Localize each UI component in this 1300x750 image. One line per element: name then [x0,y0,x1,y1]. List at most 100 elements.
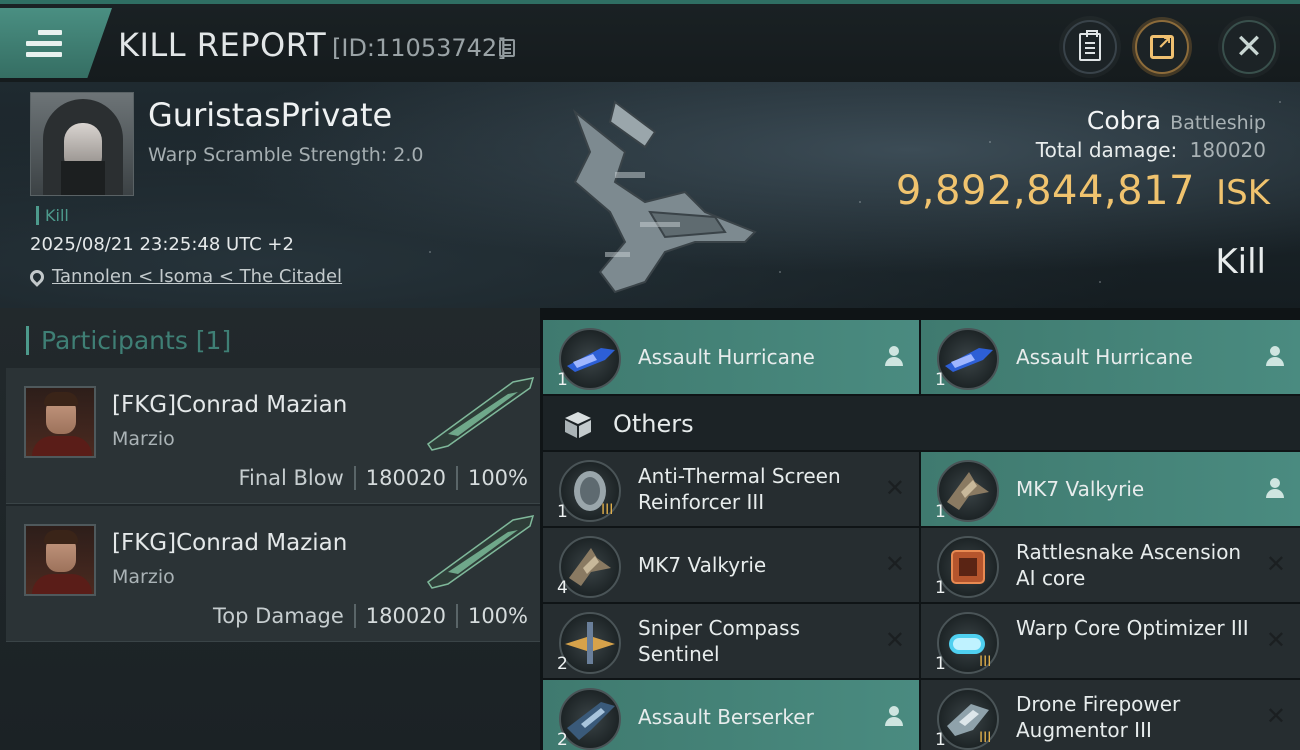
pilot-ship-image [426,515,535,589]
list-item[interactable]: 1 Rattlesnake Ascension AI core ✕ [921,528,1300,602]
top-bar: KILL REPORT [ID:11053742] ✕ [0,0,1300,82]
menu-icon [26,30,62,60]
kill-tag: Kill [36,206,69,225]
item-name: Assault Hurricane [1016,345,1193,369]
drone-icon [559,612,621,674]
item-quantity: 1 [935,730,946,750]
item-tier: III [601,502,614,518]
participants-panel: Participants [1] [FKG]Conrad Mazian Marz… [0,308,540,750]
pilot-percent: 100% [467,466,528,490]
item-name: MK7 Valkyrie [1016,477,1145,501]
item-name: Sniper Compass Sentinel [638,616,800,666]
pilot-ship-image [426,377,535,451]
victim-subtitle: Warp Scramble Strength: 2.0 [148,144,424,166]
pilot-corp: Marzio [112,428,175,450]
location-link[interactable]: Tannolen < Isoma < The Citadel [52,266,342,287]
x-icon: ✕ [1265,626,1286,654]
item-quantity: 1 [557,370,568,390]
isk-value: 9,892,844,817 ISK [896,168,1270,214]
clipboard-icon [1079,30,1101,61]
item-name: Anti-Thermal Screen Reinforcer III [638,464,841,514]
avatar[interactable] [24,524,96,596]
item-name: Assault Hurricane [638,345,815,369]
participant-row[interactable]: [FKG]Conrad Mazian Marzio Final Blow 180… [6,368,540,504]
drone-icon [559,536,621,598]
pilot-role: Final Blow [238,466,344,490]
list-item[interactable]: 1 III Drone Firepower Augmentor III ✕ [921,680,1300,750]
pilot-percent: 100% [467,604,528,628]
item-quantity: 2 [557,654,568,674]
menu-button[interactable] [0,8,112,78]
ship-name[interactable]: Cobra [1087,106,1161,135]
copy-icon[interactable] [499,39,515,57]
victim-avatar[interactable] [30,92,134,196]
person-icon [885,706,903,726]
drone-icon [937,460,999,522]
list-item[interactable]: 1 III Warp Core Optimizer III ✕ [921,604,1300,678]
report-id: [ID:11053742] [332,34,507,62]
ship-info: Cobra Battleship [1087,106,1266,135]
total-damage-label: Total damage: [1035,138,1178,162]
pilot-stats: Final Blow 180020 100% [238,466,528,490]
x-icon: ✕ [884,474,905,502]
participants-header: Participants [1] [26,326,231,355]
item-quantity: 1 [935,578,946,598]
others-label: Others [613,410,694,438]
share-button[interactable] [1135,20,1189,74]
page-title: KILL REPORT [118,26,327,64]
item-quantity: 1 [935,654,946,674]
share-icon [1150,33,1174,59]
item-quantity: 1 [935,370,946,390]
victim-ship-image [572,100,757,294]
item-name: MK7 Valkyrie [638,553,767,577]
pilot-damage: 180020 [365,466,446,490]
ai-core-icon [937,536,999,598]
pilot-name[interactable]: [FKG]Conrad Mazian [112,392,347,418]
result-label: Kill [1215,242,1266,282]
box-icon [565,412,591,438]
participant-row[interactable]: [FKG]Conrad Mazian Marzio Top Damage 180… [6,506,540,642]
pin-icon [27,266,47,287]
others-section-header: Others [543,396,1300,450]
pilot-damage: 180020 [365,604,446,628]
list-item[interactable]: 2 Sniper Compass Sentinel ✕ [543,604,919,678]
close-icon: ✕ [1234,27,1264,67]
list-item[interactable]: 1 III Anti-Thermal Screen Reinforcer III… [543,452,919,526]
x-icon: ✕ [884,626,905,654]
item-tier: III [979,654,992,670]
item-quantity: 1 [935,502,946,522]
kill-timestamp: 2025/08/21 23:25:48 UTC +2 [30,234,294,255]
avatar[interactable] [24,386,96,458]
item-name: Drone Firepower Augmentor III [1016,692,1181,742]
pilot-role: Top Damage [213,604,344,628]
drone-icon [559,328,621,390]
kill-location[interactable]: Tannolen < Isoma < The Citadel [27,266,342,287]
person-icon [1266,346,1284,366]
list-item[interactable]: 1 MK7 Valkyrie [921,452,1300,526]
list-item[interactable]: 1 Assault Hurricane [921,320,1300,394]
list-item[interactable]: 1 Assault Hurricane [543,320,919,394]
list-item[interactable]: 4 MK7 Valkyrie ✕ [543,528,919,602]
item-name: Assault Berserker [638,705,814,729]
close-button[interactable]: ✕ [1222,20,1276,74]
item-quantity: 1 [557,502,568,522]
item-name: Rattlesnake Ascension AI core [1016,540,1242,590]
item-quantity: 4 [557,578,568,598]
victim-banner: GuristasPrivate Warp Scramble Strength: … [0,82,1300,308]
clipboard-button[interactable] [1063,20,1117,74]
drone-icon [559,688,621,750]
person-icon [885,346,903,366]
list-item[interactable]: 2 Assault Berserker [543,680,919,750]
total-damage-value: 180020 [1189,138,1266,162]
x-icon: ✕ [1265,550,1286,578]
items-panel: 1 Assault Hurricane 1 Assault Hurricane … [543,320,1300,750]
x-icon: ✕ [1265,702,1286,730]
ship-class: Battleship [1170,112,1266,134]
isk-unit: ISK [1216,173,1270,213]
x-icon: ✕ [884,550,905,578]
total-damage: Total damage: 180020 [1036,138,1266,162]
drone-icon [937,328,999,390]
item-quantity: 2 [557,730,568,750]
victim-name[interactable]: GuristasPrivate [148,96,392,134]
pilot-name[interactable]: [FKG]Conrad Mazian [112,530,347,556]
